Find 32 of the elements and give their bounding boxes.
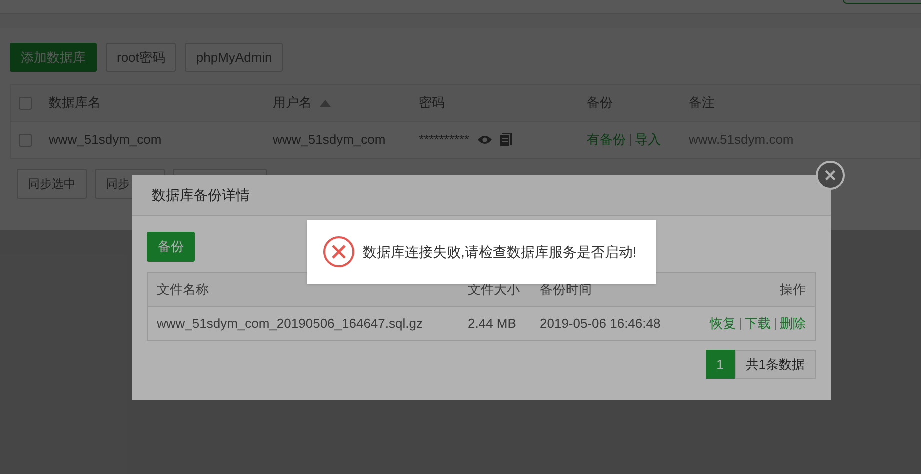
password-text: **********	[419, 131, 470, 150]
backup-link[interactable]: 有备份	[587, 130, 626, 150]
import-link[interactable]: 导入	[635, 130, 661, 150]
column-header: 备份时间	[540, 282, 592, 297]
backup-button[interactable]: 备份	[147, 232, 195, 262]
toolbar-button[interactable]: phpMyAdmin	[185, 43, 284, 72]
action-link[interactable]: 删除	[780, 314, 806, 334]
column-header: 文件名称	[157, 282, 209, 297]
copy-icon[interactable]	[500, 133, 512, 147]
column-header: 用户名	[273, 94, 312, 112]
page-button[interactable]: 1	[706, 350, 735, 379]
table-cell: www_51sdym_com	[273, 132, 386, 148]
table-cell: www_51sdym_com_20190506_164647.sql.gz	[157, 316, 423, 331]
toolbar-button[interactable]: 添加数据库	[10, 43, 97, 72]
column-header: 文件大小	[468, 282, 520, 297]
column-header: 密码	[419, 94, 445, 112]
sort-up-icon[interactable]	[320, 100, 331, 106]
eye-icon[interactable]	[478, 135, 492, 145]
page-summary: 共1条数据	[734, 350, 816, 379]
table-cell: 2019-05-06 16:46:48	[540, 316, 661, 331]
error-message: 数据库连接失败,请检查数据库服务是否启动!	[363, 242, 637, 262]
column-header: 数据库名	[49, 94, 101, 112]
action-link[interactable]: 恢复	[710, 314, 736, 334]
table-cell: www_51sdym_com	[49, 132, 162, 148]
table-cell: 2.44 MB	[468, 316, 516, 331]
error-icon	[323, 236, 355, 268]
action-link[interactable]: 下载	[745, 314, 771, 334]
column-header: 备份	[587, 94, 613, 112]
column-header: 备注	[689, 94, 715, 112]
bulk-button[interactable]: 同步选中	[17, 169, 87, 199]
column-header: 操作	[780, 282, 806, 297]
toolbar-button[interactable]: root密码	[106, 43, 176, 72]
